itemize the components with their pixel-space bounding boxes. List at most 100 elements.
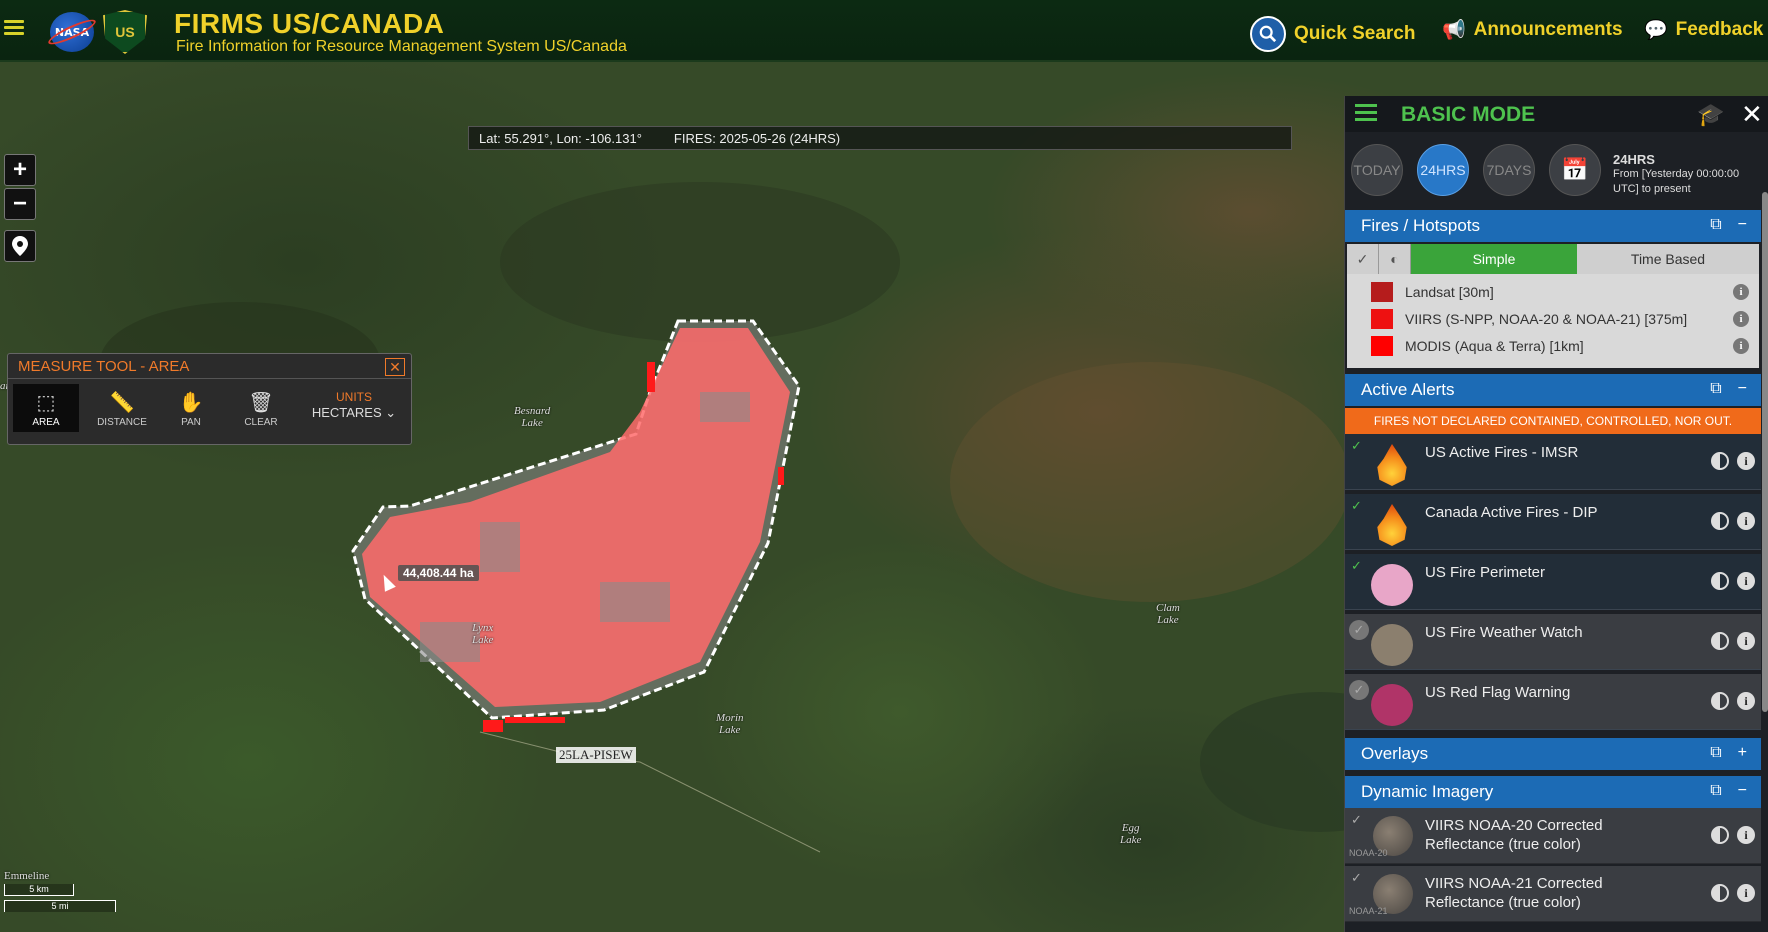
area-measurement-label: 44,408.44 ha [398, 565, 479, 581]
7days-button[interactable]: 7DAYS [1483, 144, 1535, 196]
unchecked-icon[interactable]: ✓ [1351, 812, 1362, 828]
info-icon[interactable]: i [1733, 311, 1749, 327]
opacity-icon[interactable] [1711, 884, 1729, 902]
main-menu-icon[interactable] [4, 20, 24, 36]
opacity-icon[interactable]: ◐ [1379, 244, 1411, 274]
flame-icon [1377, 504, 1407, 546]
imagery-row[interactable]: ✓ NOAA-20 VIIRS NOAA-20 Corrected Reflec… [1345, 808, 1761, 864]
popout-icon[interactable]: ⧉ [1710, 744, 1721, 762]
alert-row[interactable]: ✓ US Red Flag Warning i [1345, 674, 1761, 730]
select-all-checkbox[interactable]: ✓ [1347, 244, 1379, 274]
usfs-logo: US [103, 10, 147, 54]
opacity-icon[interactable] [1711, 826, 1729, 844]
fires-section-header[interactable]: Fires / Hotspots ⧉ − [1345, 210, 1761, 242]
imagery-section-title: Dynamic Imagery [1361, 782, 1494, 801]
info-icon[interactable]: i [1733, 284, 1749, 300]
opacity-icon[interactable] [1711, 572, 1729, 590]
panel-menu-icon[interactable] [1355, 104, 1377, 122]
info-icon[interactable]: i [1737, 632, 1755, 650]
opacity-icon[interactable] [1711, 512, 1729, 530]
imagery-section-header[interactable]: Dynamic Imagery ⧉ − [1345, 776, 1761, 808]
lake-label: Clam Lake [1156, 602, 1180, 626]
collapse-icon[interactable]: − [1738, 782, 1747, 800]
weather-watch-swatch-icon [1371, 624, 1413, 666]
checkmark-icon[interactable]: ✓ [1351, 438, 1362, 454]
calendar-icon[interactable]: 📅 [1549, 144, 1601, 196]
info-icon[interactable]: i [1737, 452, 1755, 470]
distance-tool-button[interactable]: 📏 DISTANCE [89, 384, 155, 432]
today-button[interactable]: TODAY [1351, 144, 1403, 196]
overlays-section-header[interactable]: Overlays ⧉ + [1345, 738, 1761, 770]
clear-tool-button[interactable]: 🗑 CLEAR [228, 384, 294, 432]
opacity-icon[interactable] [1711, 452, 1729, 470]
unchecked-icon[interactable]: ✓ [1349, 680, 1369, 700]
location-pin-button[interactable] [4, 230, 36, 262]
tab-simple[interactable]: Simple [1411, 244, 1577, 274]
imagery-tag: NOAA-21 [1349, 906, 1388, 916]
imagery-row[interactable]: ✓ NOAA-21 VIIRS NOAA-21 Corrected Reflec… [1345, 866, 1761, 922]
map-pin-icon [12, 236, 28, 256]
checkmark-icon[interactable]: ✓ [1351, 558, 1362, 574]
popout-icon[interactable]: ⧉ [1710, 782, 1721, 800]
lat-lon-text: Lat: 55.291°, Lon: -106.131° [479, 130, 642, 146]
unchecked-icon[interactable]: ✓ [1351, 870, 1362, 886]
fires-section-title: Fires / Hotspots [1361, 216, 1481, 235]
app-title: FIRMS US/CANADA [174, 8, 445, 39]
alert-label: US Fire Weather Watch [1425, 624, 1583, 641]
zoom-out-button[interactable]: − [4, 188, 36, 220]
tab-time-based[interactable]: Time Based [1577, 244, 1759, 274]
24hrs-button[interactable]: 24HRS [1417, 144, 1469, 196]
measure-close-button[interactable]: ✕ [385, 358, 405, 376]
zoom-in-button[interactable]: + [4, 154, 36, 186]
info-icon[interactable]: i [1737, 884, 1755, 902]
imagery-label: VIIRS NOAA-21 Corrected Reflectance (tru… [1425, 875, 1603, 911]
alert-row[interactable]: ✓ Canada Active Fires - DIP i [1345, 494, 1761, 550]
checkmark-icon[interactable]: ✓ [1351, 498, 1362, 514]
info-icon[interactable]: i [1737, 512, 1755, 530]
chat-bubble-icon: 💬 [1644, 20, 1668, 41]
fire-layer-modis[interactable]: MODIS (Aqua & Terra) [1km] i [1371, 336, 1749, 356]
opacity-icon[interactable] [1711, 692, 1729, 710]
panel-header: BASIC MODE 🎓 ✕ [1345, 96, 1768, 132]
megaphone-icon: 📢 [1442, 20, 1466, 41]
alert-label: US Active Fires - IMSR [1425, 444, 1579, 461]
fire-layer-viirs[interactable]: VIIRS (S-NPP, NOAA-20 & NOAA-21) [375m] … [1371, 309, 1749, 329]
layer-swatch [1371, 309, 1393, 329]
popout-icon[interactable]: ⧉ [1710, 216, 1721, 234]
popout-icon[interactable]: ⧉ [1710, 380, 1721, 398]
layer-swatch [1371, 282, 1393, 302]
info-icon[interactable]: i [1737, 692, 1755, 710]
units-label: UNITS [336, 390, 372, 404]
alert-row[interactable]: ✓ US Fire Weather Watch i [1345, 614, 1761, 670]
layers-panel: BASIC MODE 🎓 ✕ TODAY 24HRS 7DAYS 📅 24HRS… [1344, 96, 1768, 932]
panel-close-icon[interactable]: ✕ [1741, 99, 1763, 130]
info-icon[interactable]: i [1733, 338, 1749, 354]
fire-layer-landsat[interactable]: Landsat [30m] i [1371, 282, 1749, 302]
time-range-info: 24HRS From [Yesterday 00:00:00 UTC] to p… [1613, 152, 1763, 197]
info-icon[interactable]: i [1737, 826, 1755, 844]
imagery-label: VIIRS NOAA-20 Corrected Reflectance (tru… [1425, 817, 1603, 853]
units-dropdown[interactable]: UNITS HECTARES ⌄ [304, 390, 404, 422]
alert-row[interactable]: ✓ US Fire Perimeter i [1345, 554, 1761, 610]
graduation-cap-icon[interactable]: 🎓 [1697, 102, 1724, 128]
pan-tool-button[interactable]: ✋ PAN [158, 384, 224, 432]
quick-search-button[interactable]: Quick Search [1250, 16, 1415, 52]
alert-row[interactable]: ✓ US Active Fires - IMSR i [1345, 434, 1761, 490]
hand-icon: ✋ [178, 392, 204, 414]
layer-label: MODIS (Aqua & Terra) [1km] [1405, 338, 1584, 354]
alerts-section-title: Active Alerts [1361, 380, 1455, 399]
lake-label: Lynx Lake [472, 622, 494, 646]
unchecked-icon[interactable]: ✓ [1349, 620, 1369, 640]
announcements-button[interactable]: 📢 Announcements [1442, 18, 1623, 42]
feedback-button[interactable]: 💬 Feedback [1644, 18, 1763, 42]
collapse-icon[interactable]: − [1738, 216, 1747, 234]
panel-scrollbar[interactable] [1762, 192, 1768, 712]
info-icon[interactable]: i [1737, 572, 1755, 590]
collapse-icon[interactable]: − [1738, 380, 1747, 398]
opacity-icon[interactable] [1711, 632, 1729, 650]
feedback-label: Feedback [1675, 19, 1764, 40]
alerts-section-header[interactable]: Active Alerts ⧉ − [1345, 374, 1761, 406]
expand-icon[interactable]: + [1738, 744, 1747, 762]
measure-tool-title: MEASURE TOOL - AREA [8, 354, 411, 379]
area-tool-button[interactable]: ⬚ AREA [13, 384, 79, 432]
